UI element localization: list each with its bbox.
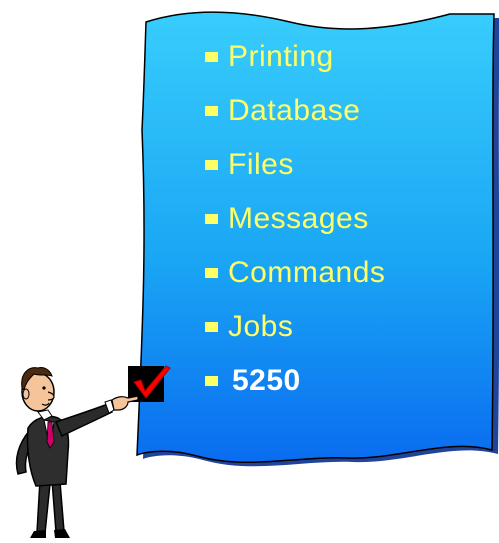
menu-list: Printing Database Files Messages Command… [205,30,385,408]
bullet-icon [205,214,218,224]
menu-item-files[interactable]: Files [205,138,385,192]
menu-item-label: Messages [228,202,369,235]
menu-item-5250[interactable]: 5250 [205,354,385,408]
bullet-icon [205,160,218,170]
menu-item-database[interactable]: Database [205,84,385,138]
bullet-icon [205,52,218,62]
menu-item-printing[interactable]: Printing [205,30,385,84]
bullet-icon [205,322,218,332]
menu-item-messages[interactable]: Messages [205,192,385,246]
menu-item-label: Jobs [228,310,294,343]
menu-item-commands[interactable]: Commands [205,246,385,300]
menu-item-label: Commands [228,256,386,289]
menu-item-jobs[interactable]: Jobs [205,300,385,354]
bullet-icon [205,376,218,386]
menu-item-label: Files [228,148,294,181]
businessman-pointing-icon [15,367,139,538]
menu-item-label: Printing [228,40,334,73]
menu-item-label: 5250 [232,364,301,397]
slide: Printing Database Files Messages Command… [0,0,499,543]
menu-item-label: Database [228,94,361,127]
bullet-icon [205,106,218,116]
bullet-icon [205,268,218,278]
